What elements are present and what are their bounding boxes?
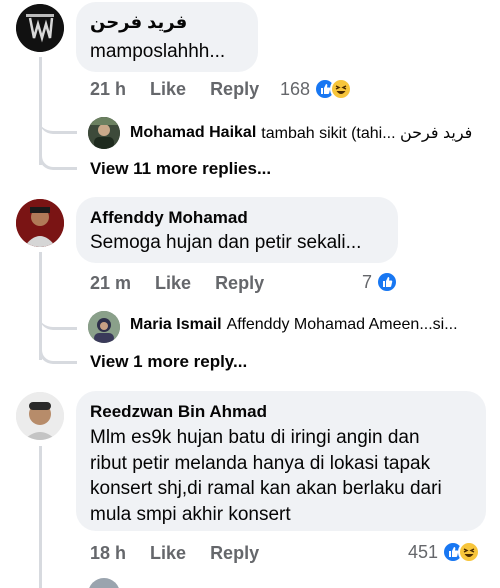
reaction-summary[interactable]: 168 xyxy=(280,78,353,100)
haha-reaction-icon xyxy=(458,541,481,563)
comment-time[interactable]: 21 h xyxy=(90,79,126,100)
comment-text-line: mula smpi akhir konsert xyxy=(90,503,291,525)
reply-button[interactable]: Reply xyxy=(210,79,259,100)
view-more-replies[interactable]: View 1 more reply... xyxy=(90,352,247,372)
reply-button[interactable]: Reply xyxy=(215,273,264,294)
comment-time[interactable]: 21 m xyxy=(90,273,131,294)
view-more-replies[interactable]: View 11 more replies... xyxy=(90,159,271,179)
thread-connector xyxy=(39,296,77,330)
comment-author[interactable]: Affenddy Mohamad xyxy=(90,208,248,228)
comment-actions: 18 h Like Reply xyxy=(90,543,259,564)
reaction-summary[interactable]: 7 xyxy=(362,271,399,293)
comment-text: mamposlahhh... xyxy=(90,41,226,62)
like-button[interactable]: Like xyxy=(155,273,191,294)
reply-preview[interactable]: Maria Ismail Affenddy Mohamad Ameen...si… xyxy=(130,316,490,334)
like-button[interactable]: Like xyxy=(150,79,186,100)
comment-text-line: Mlm es9k hujan batu di iringi angin dan xyxy=(90,427,420,448)
avatar[interactable] xyxy=(16,199,64,247)
reply-text: Affenddy Mohamad Ameen...si... xyxy=(226,316,458,333)
comment-text: Semoga hujan dan petir sekali... xyxy=(90,232,362,253)
reply-button[interactable]: Reply xyxy=(210,543,259,564)
thread-connector xyxy=(39,140,77,170)
comment-author[interactable]: Reedzwan Bin Ahmad xyxy=(90,402,267,422)
reply-author[interactable]: Maria Ismail xyxy=(130,316,222,334)
reply-author[interactable]: Mohamad Haikal xyxy=(130,124,256,142)
comment-actions: 21 h Like Reply xyxy=(90,79,259,100)
reaction-count: 451 xyxy=(408,541,439,562)
comment-text-line: konsert shj,di ramal kan akan berlaku da… xyxy=(90,478,442,499)
comment-actions: 21 m Like Reply xyxy=(90,273,264,294)
like-reaction-icon xyxy=(376,271,399,293)
reply-avatar[interactable] xyxy=(88,578,120,588)
comment-text: Mlm es9k hujan batu di iringi angin dan … xyxy=(90,425,442,527)
like-button[interactable]: Like xyxy=(150,543,186,564)
comment-bubble: Reedzwan Bin Ahmad Mlm es9k hujan batu d… xyxy=(76,391,486,531)
thread-connector xyxy=(39,100,77,134)
reply-avatar[interactable] xyxy=(88,117,120,149)
thread-connector xyxy=(39,334,77,364)
comment-bubble: Affenddy Mohamad Semoga hujan dan petir … xyxy=(76,197,398,263)
thread-line xyxy=(39,446,42,588)
reaction-count: 168 xyxy=(280,78,311,99)
comment-time[interactable]: 18 h xyxy=(90,543,126,564)
reply-avatar[interactable] xyxy=(88,311,120,343)
reaction-summary[interactable]: 451 xyxy=(408,541,481,563)
avatar[interactable] xyxy=(16,392,64,440)
reply-text: tambah sikit (tahi... فريد فرحن xyxy=(261,125,473,142)
reaction-count: 7 xyxy=(362,271,373,292)
reply-preview[interactable]: Mohamad Haikal tambah sikit (tahi... فري… xyxy=(130,123,490,143)
avatar[interactable] xyxy=(16,4,64,52)
comment-author[interactable]: فريد فرحن xyxy=(90,12,187,33)
comment-text-line: ribut petir melanda hanya di lokasi tapa… xyxy=(90,452,431,474)
haha-reaction-icon xyxy=(330,78,353,100)
comment-bubble: فريد فرحن mamposlahhh... xyxy=(76,2,258,72)
